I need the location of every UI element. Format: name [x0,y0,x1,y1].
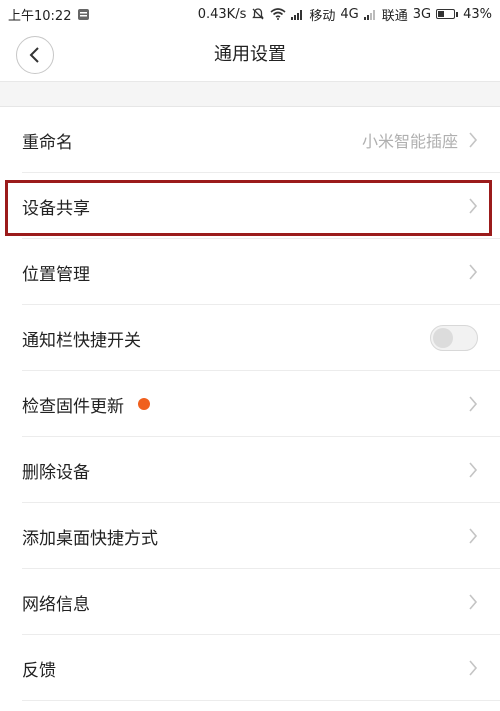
carrier-1: 移动 [309,8,336,24]
setting-right [468,527,478,545]
status-bar: 上午10:22 0.43K/s 移动 4G 联通 3G 43% [0,0,500,28]
setting-right [430,325,478,351]
setting-right [468,461,478,479]
carrier-2: 联通 [381,8,408,24]
battery-fill [438,11,445,17]
chevron-right-icon [468,461,478,479]
page-title: 通用设置 [214,44,286,65]
signal-icon [291,9,304,20]
status-time: 上午10:22 [8,8,72,24]
notification-shortcut-toggle[interactable] [430,325,478,351]
chevron-right-icon [468,593,478,611]
setting-firmware-update[interactable]: 检查固件更新 [0,371,500,437]
setting-label: 删除设备 [22,462,90,483]
chevron-right-icon [468,197,478,215]
setting-right: 小米智能插座 [362,128,478,152]
setting-label: 添加桌面快捷方式 [22,528,158,549]
setting-location[interactable]: 位置管理 [0,239,500,305]
notification-icon [77,8,90,21]
setting-right [468,593,478,611]
battery-tip [456,11,459,17]
settings-list: 重命名 小米智能插座 设备共享 位置管理 通知栏快捷开关 检查固件更新 删除设备 [0,107,500,701]
battery-percent: 43% [463,6,492,22]
status-left: 上午10:22 [8,5,90,24]
setting-label: 反馈 [22,660,56,681]
chevron-right-icon [468,527,478,545]
setting-right [468,395,478,413]
setting-value: 小米智能插座 [361,132,458,151]
setting-notification-shortcut: 通知栏快捷开关 [0,305,500,371]
back-button[interactable] [16,36,54,74]
setting-right [468,263,478,281]
setting-device-share[interactable]: 设备共享 [0,173,500,239]
setting-right [468,659,478,677]
network-2: 3G [412,6,432,22]
update-badge-dot [138,398,150,410]
net-speed: 0.43K/s [197,6,247,22]
setting-label: 位置管理 [22,264,90,285]
toggle-knob [433,328,453,348]
network-1: 4G [340,6,359,22]
setting-rename[interactable]: 重命名 小米智能插座 [0,107,500,173]
setting-label: 通知栏快捷开关 [22,330,141,351]
setting-delete-device[interactable]: 删除设备 [0,437,500,503]
back-chevron-icon [29,47,39,63]
setting-label: 设备共享 [22,198,90,219]
battery-icon [436,9,459,19]
header: 通用设置 [0,28,500,82]
setting-network-info[interactable]: 网络信息 [0,569,500,635]
setting-desktop-shortcut[interactable]: 添加桌面快捷方式 [0,503,500,569]
battery-body [436,9,456,19]
setting-label: 检查固件更新 [22,396,124,417]
chevron-right-icon [468,263,478,281]
chevron-right-icon [468,395,478,413]
chevron-right-icon [468,659,478,677]
section-gap [0,82,500,107]
chevron-right-icon [468,131,478,149]
status-right: 0.43K/s 移动 4G 联通 3G 43% [198,5,492,24]
setting-label: 重命名 [22,132,73,153]
mute-icon [251,7,265,21]
setting-label: 网络信息 [22,594,90,615]
signal-icon [363,9,377,20]
setting-right [468,197,478,215]
setting-feedback[interactable]: 反馈 [0,635,500,701]
wifi-icon [270,8,286,20]
